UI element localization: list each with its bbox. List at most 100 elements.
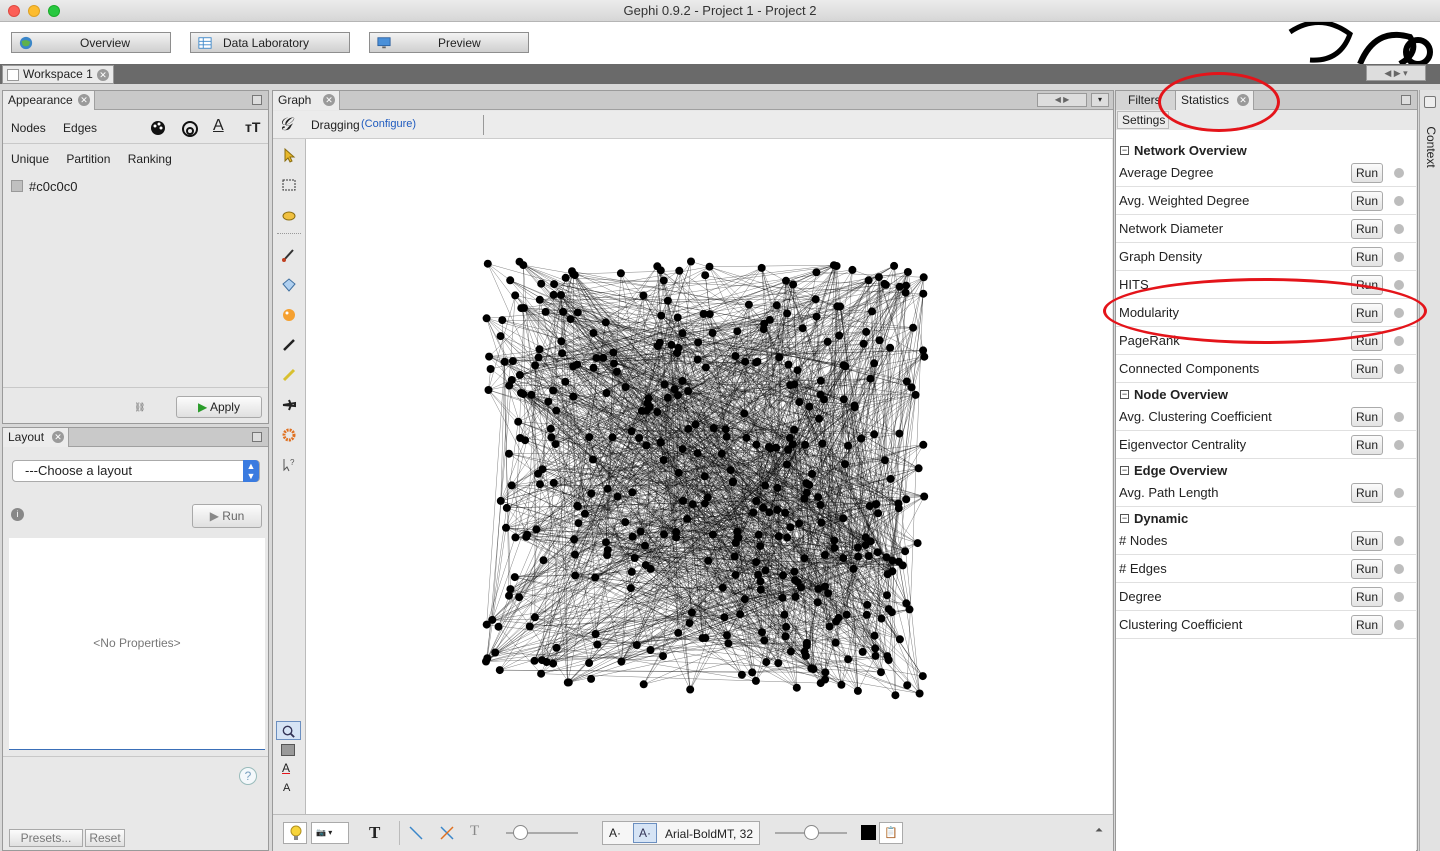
graph-node[interactable] <box>657 311 666 320</box>
graph-node[interactable] <box>483 259 492 268</box>
graph-node[interactable] <box>778 593 787 602</box>
brush-icon[interactable] <box>281 247 297 263</box>
graph-node[interactable] <box>842 610 851 619</box>
graph-node[interactable] <box>636 527 645 536</box>
graph-node[interactable] <box>684 387 693 395</box>
graph-node[interactable] <box>780 610 789 619</box>
graph-node[interactable] <box>895 429 904 438</box>
graph-node[interactable] <box>514 417 523 426</box>
graph-node[interactable] <box>549 290 558 299</box>
graph-node[interactable] <box>674 391 682 400</box>
graph-node[interactable] <box>731 352 740 360</box>
graph-node[interactable] <box>859 339 868 348</box>
graph-node[interactable] <box>808 469 817 478</box>
graph-node[interactable] <box>733 533 742 541</box>
graph-node[interactable] <box>781 632 790 641</box>
graph-node[interactable] <box>902 495 911 504</box>
graph-node[interactable] <box>813 598 822 607</box>
graph-node[interactable] <box>537 669 546 678</box>
graph-node[interactable] <box>909 323 918 332</box>
graph-node[interactable] <box>877 614 886 623</box>
run-button[interactable]: Run <box>1351 531 1383 551</box>
graph-node[interactable] <box>573 308 582 317</box>
painter-icon[interactable] <box>281 307 297 323</box>
graph-node[interactable] <box>753 357 762 366</box>
graph-node[interactable] <box>589 363 598 372</box>
graph-node[interactable] <box>627 427 636 436</box>
graph-node[interactable] <box>659 456 668 464</box>
graph-node[interactable] <box>730 552 739 561</box>
graph-node[interactable] <box>530 656 539 665</box>
graph-node[interactable] <box>784 360 793 369</box>
graph-node[interactable] <box>795 398 804 407</box>
graph-node[interactable] <box>602 538 610 547</box>
graph-node[interactable] <box>641 541 649 550</box>
graph-node[interactable] <box>485 352 494 361</box>
graph-node[interactable] <box>724 639 733 648</box>
run-button[interactable]: Run <box>1351 587 1383 607</box>
graph-node[interactable] <box>587 489 596 498</box>
font-size-icon[interactable]: A· <box>609 826 621 840</box>
graph-node[interactable] <box>653 262 662 271</box>
graph-node[interactable] <box>888 567 897 576</box>
graph-node[interactable] <box>589 455 597 464</box>
graph-node[interactable] <box>522 532 531 541</box>
graph-node[interactable] <box>749 508 758 517</box>
graph-node[interactable] <box>907 383 916 392</box>
maximize-window-button[interactable] <box>48 5 60 17</box>
graph-node[interactable] <box>482 314 491 323</box>
graph-node[interactable] <box>895 635 904 644</box>
graph-node[interactable] <box>674 628 683 637</box>
graph-node[interactable] <box>675 266 684 275</box>
graph-node[interactable] <box>535 345 544 354</box>
graph-node[interactable] <box>894 504 903 513</box>
graph-node[interactable] <box>854 543 862 552</box>
graph-node[interactable] <box>483 654 492 663</box>
diamond-icon[interactable] <box>281 277 297 293</box>
edge-scale-slider-thumb[interactable] <box>513 825 528 840</box>
graph-node[interactable] <box>902 599 911 608</box>
info-dot-icon[interactable] <box>1394 280 1404 290</box>
info-dot-icon[interactable] <box>1394 168 1404 178</box>
graph-node[interactable] <box>530 613 539 622</box>
graph-node[interactable] <box>823 337 832 346</box>
graph-node[interactable] <box>511 291 520 300</box>
graph-node[interactable] <box>871 644 880 653</box>
graph-node[interactable] <box>672 528 681 536</box>
graph-node[interactable] <box>679 496 687 505</box>
graph-node[interactable] <box>836 302 845 311</box>
graph-node[interactable] <box>790 425 799 434</box>
edge-label-icon[interactable]: T <box>470 823 479 840</box>
graph-node[interactable] <box>870 359 879 368</box>
info-dot-icon[interactable] <box>1394 252 1404 262</box>
info-icon[interactable]: i <box>11 508 24 521</box>
graph-node[interactable] <box>890 261 899 270</box>
graph-node[interactable] <box>756 542 765 551</box>
graph-node[interactable] <box>760 636 769 645</box>
close-window-button[interactable] <box>8 5 20 17</box>
run-button[interactable]: Run <box>1351 219 1383 239</box>
graph-node[interactable] <box>764 443 773 451</box>
workspace-nav-buttons[interactable]: ◀ ▶ ▾ <box>1366 65 1426 81</box>
graph-node[interactable] <box>913 539 922 548</box>
tab-graph[interactable]: Graph ✕ <box>273 91 340 110</box>
graph-node[interactable] <box>521 436 530 445</box>
graph-node[interactable] <box>773 483 782 492</box>
graph-node[interactable] <box>812 312 821 321</box>
graph-node[interactable] <box>821 582 829 591</box>
graph-node[interactable] <box>721 425 730 434</box>
graph-node[interactable] <box>816 679 825 688</box>
graph-node[interactable] <box>566 315 575 324</box>
graph-node[interactable] <box>816 376 825 385</box>
graph-node[interactable] <box>557 291 565 299</box>
graph-node[interactable] <box>515 371 524 379</box>
graph-node[interactable] <box>708 329 717 337</box>
graph-node[interactable] <box>708 530 717 539</box>
light-bulb-button[interactable] <box>283 822 307 844</box>
graph-node[interactable] <box>870 631 879 640</box>
graph-node[interactable] <box>496 332 505 341</box>
graph-node[interactable] <box>895 282 904 291</box>
run-button[interactable]: Run <box>1351 615 1383 635</box>
graph-node[interactable] <box>532 525 541 534</box>
graph-node[interactable] <box>709 424 718 432</box>
